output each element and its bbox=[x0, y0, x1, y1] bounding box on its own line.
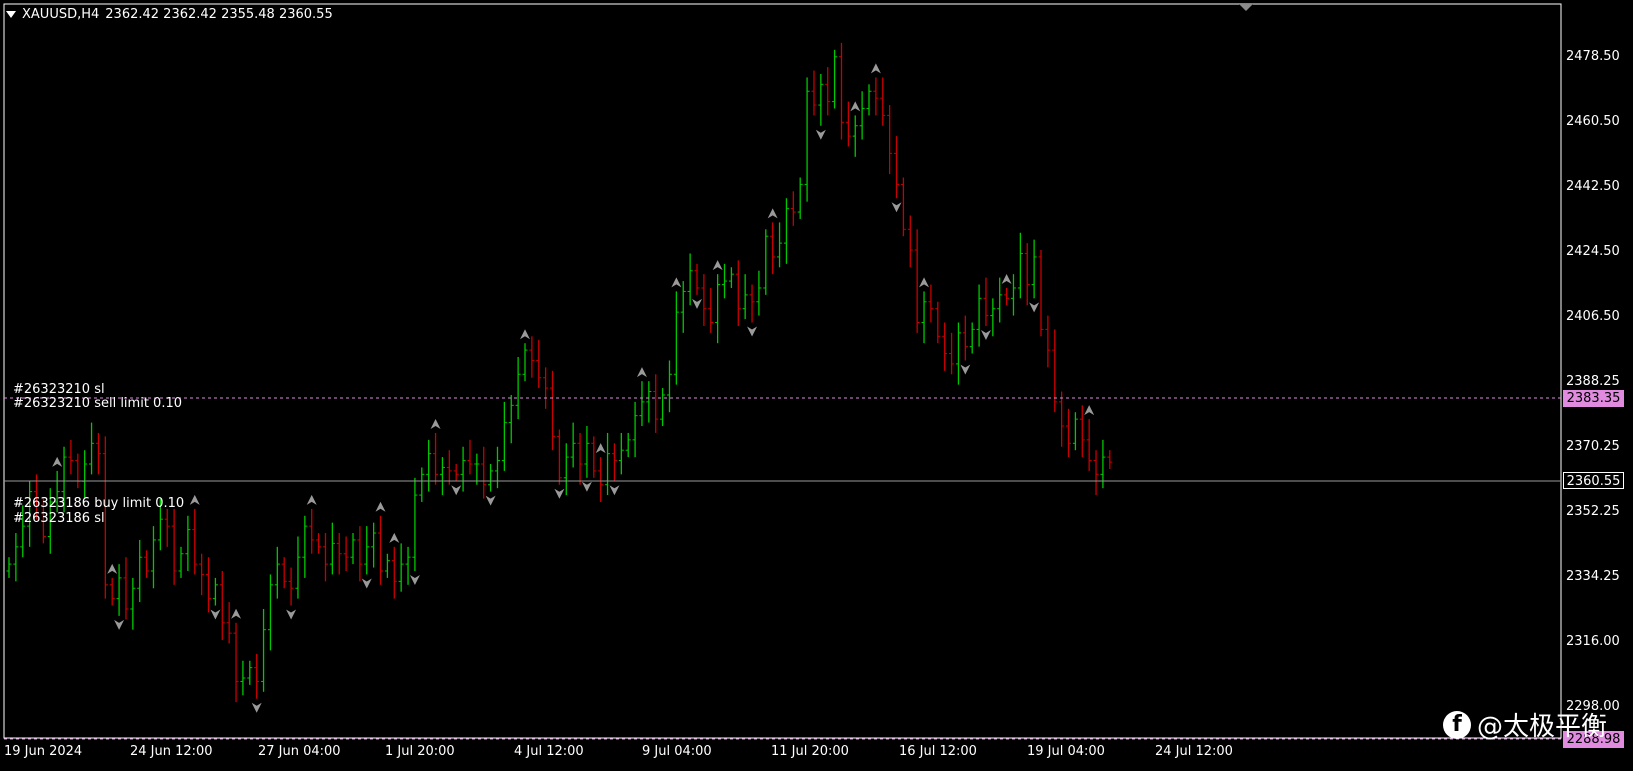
fractal-up-icon bbox=[595, 443, 606, 454]
time-tick: 24 Jul 12:00 bbox=[1155, 744, 1233, 759]
fractal-up-icon bbox=[107, 563, 118, 574]
fractal-down-icon bbox=[692, 298, 702, 309]
fractal-down-icon bbox=[747, 326, 758, 337]
price-tick: 2334.25 bbox=[1566, 569, 1620, 584]
fractal-up-icon bbox=[520, 329, 530, 340]
sell-limit-label: #26323210 sell limit 0.10 bbox=[13, 396, 182, 411]
fractal-down-icon bbox=[409, 575, 420, 586]
triangle-down-icon[interactable] bbox=[6, 11, 16, 18]
fractal-up-icon bbox=[52, 456, 63, 467]
price-tick: 2424.50 bbox=[1566, 244, 1620, 259]
time-tick: 19 Jun 2024 bbox=[4, 744, 83, 759]
fractal-down-icon bbox=[361, 578, 372, 589]
plot-border bbox=[3, 3, 1562, 739]
sell-sl-label: #26323210 sl bbox=[13, 382, 105, 397]
time-tick: 16 Jul 12:00 bbox=[899, 744, 977, 759]
time-tick: 27 Jun 04:00 bbox=[258, 744, 341, 759]
fractal-up-icon bbox=[767, 208, 778, 219]
ohlc-values: 2362.42 2362.42 2355.48 2360.55 bbox=[105, 7, 333, 22]
sell-limit-price-tag: 2383.35 bbox=[1563, 390, 1624, 407]
current-price-tag: 2360.55 bbox=[1563, 472, 1624, 489]
price-tick: 2442.50 bbox=[1566, 179, 1620, 194]
fractal-down-icon bbox=[609, 485, 620, 496]
time-tick: 24 Jun 12:00 bbox=[130, 744, 213, 759]
price-tick: 2352.25 bbox=[1566, 504, 1620, 519]
watermark: f @太极平衡 bbox=[1443, 706, 1607, 743]
fractal-down-icon bbox=[891, 202, 902, 213]
fractal-up-icon bbox=[671, 277, 682, 288]
symbol-label: XAUUSD,H4 bbox=[22, 7, 100, 22]
time-tick: 4 Jul 12:00 bbox=[514, 744, 584, 759]
fractal-down-icon bbox=[210, 609, 221, 620]
fractal-down-icon bbox=[286, 609, 297, 620]
fractal-down-icon bbox=[815, 129, 826, 140]
fractal-down-icon bbox=[960, 364, 971, 375]
fractals-group bbox=[52, 63, 1095, 713]
scroll-marker-icon bbox=[1239, 4, 1253, 11]
fractal-down-icon bbox=[251, 702, 262, 713]
fractal-up-icon bbox=[919, 277, 930, 288]
price-chart[interactable] bbox=[0, 0, 1633, 771]
candles-group bbox=[6, 42, 1113, 703]
price-tick: 2460.50 bbox=[1566, 114, 1620, 129]
buy-limit-label: #26323186 buy limit 0.10 bbox=[13, 496, 185, 511]
facebook-icon: f bbox=[1443, 710, 1471, 739]
price-tick: 2388.25 bbox=[1566, 374, 1620, 389]
watermark-text: @太极平衡 bbox=[1477, 712, 1608, 742]
price-tick: 2370.25 bbox=[1566, 439, 1620, 454]
fractal-up-icon bbox=[306, 494, 317, 505]
fractal-up-icon bbox=[231, 608, 242, 619]
chart-header: XAUUSD,H4 2362.42 2362.42 2355.48 2360.5… bbox=[6, 7, 333, 22]
fractal-up-icon bbox=[1084, 405, 1095, 416]
fractal-down-icon bbox=[581, 481, 592, 492]
fractal-down-icon bbox=[554, 488, 565, 499]
price-tick: 2478.50 bbox=[1566, 49, 1620, 64]
fractal-down-icon bbox=[485, 495, 496, 506]
time-tick: 11 Jul 20:00 bbox=[771, 744, 849, 759]
buy-sl-label: #26323186 sl bbox=[13, 511, 105, 526]
time-tick: 1 Jul 20:00 bbox=[385, 744, 455, 759]
price-tick: 2406.50 bbox=[1566, 309, 1620, 324]
fractal-up-icon bbox=[850, 101, 861, 112]
fractal-up-icon bbox=[870, 63, 881, 74]
fractal-up-icon bbox=[712, 260, 723, 271]
price-tick: 2316.00 bbox=[1566, 634, 1620, 649]
time-tick: 19 Jul 04:00 bbox=[1027, 744, 1105, 759]
time-tick: 9 Jul 04:00 bbox=[642, 744, 712, 759]
chart-window[interactable]: XAUUSD,H4 2362.42 2362.42 2355.48 2360.5… bbox=[0, 0, 1633, 771]
fractal-up-icon bbox=[189, 494, 200, 505]
fractal-up-icon bbox=[430, 418, 441, 429]
fractal-down-icon bbox=[451, 485, 462, 496]
fractal-up-icon bbox=[1001, 273, 1012, 284]
fractal-up-icon bbox=[375, 501, 386, 512]
fractal-up-icon bbox=[389, 532, 400, 543]
fractal-down-icon bbox=[980, 329, 991, 340]
fractal-down-icon bbox=[114, 619, 125, 630]
fractal-down-icon bbox=[1029, 302, 1040, 313]
fractal-up-icon bbox=[636, 367, 647, 378]
